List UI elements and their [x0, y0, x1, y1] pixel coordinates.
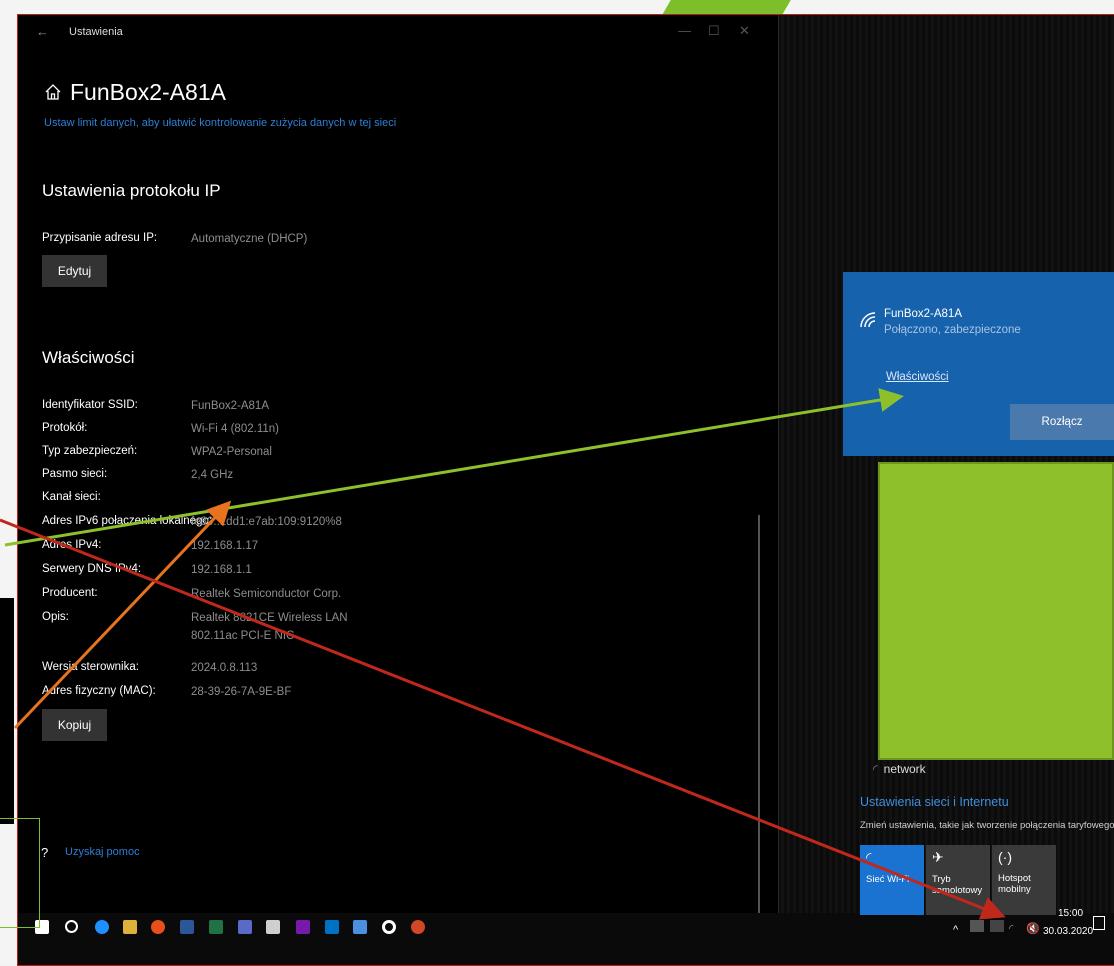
annotation-arrows [0, 388, 1006, 920]
green-arrow [4, 388, 904, 547]
red-arrow [0, 518, 1006, 920]
